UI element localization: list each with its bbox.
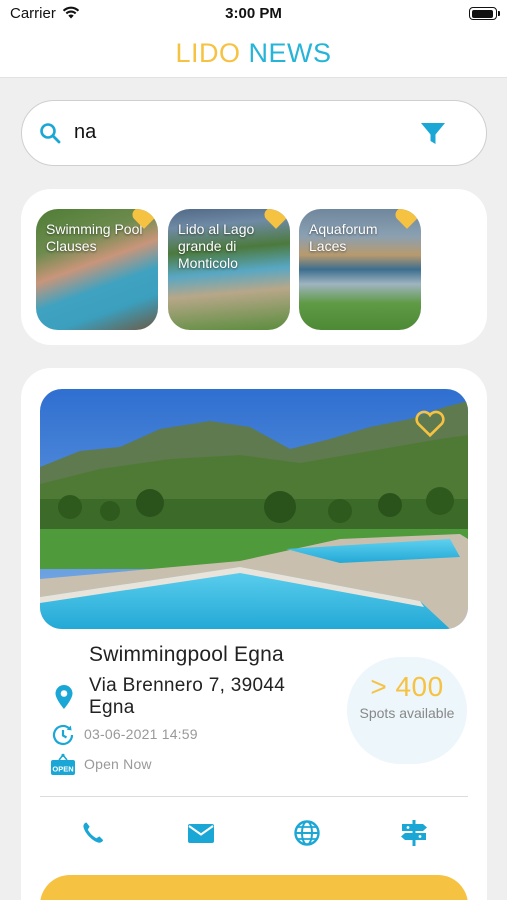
heart-icon[interactable] [414,409,446,438]
pool-address: Via Brennero 7, 39044 Egna [89,675,286,718]
heart-icon[interactable] [131,209,157,235]
favorite-card[interactable]: Lido al Lago grande di Monticolo [168,209,290,330]
search-input[interactable]: na [74,121,96,144]
spots-value: > 400 [370,671,444,702]
search-bar[interactable]: na [21,100,487,166]
favorite-card[interactable]: Swimming Pool Clauses [36,209,158,330]
mail-icon[interactable] [185,817,217,849]
globe-icon[interactable] [291,817,323,849]
spots-label: Spots available [359,705,455,721]
favorite-card[interactable]: Aquaforum Laces [299,209,421,330]
divider [40,796,468,797]
signpost-icon[interactable] [398,817,430,849]
pool-name: Swimmingpool Egna [89,643,284,666]
pool-card[interactable]: Swimmingpool Egna Via Brennero 7, 39044 … [21,368,487,900]
pool-photo [40,389,468,629]
clock-time: 3:00 PM [225,5,282,22]
open-sign-icon: OPEN [50,753,76,782]
heart-icon[interactable] [263,209,289,235]
status-bar: Carrier 3:00 PM [0,0,507,28]
phone-icon[interactable] [77,817,109,849]
clock-icon [51,723,75,752]
app-title: LIDO NEWS [175,38,331,69]
battery-icon [469,7,500,20]
favorites-panel: Swimming Pool Clauses Lido al Lago grand… [21,189,487,345]
open-status: Open Now [84,756,152,772]
search-icon [38,121,62,150]
app-title-lido: LIDO [175,38,241,68]
last-updated: 03-06-2021 14:59 [84,726,198,742]
app-title-news: NEWS [248,38,332,68]
open-badge-text: OPEN [52,765,73,774]
filter-icon[interactable] [420,122,446,151]
location-pin-icon [54,684,74,715]
app-header: LIDO NEWS [0,28,507,78]
primary-action-button[interactable] [40,875,468,900]
spots-badge: > 400 Spots available [347,657,467,764]
heart-icon[interactable] [394,209,420,235]
